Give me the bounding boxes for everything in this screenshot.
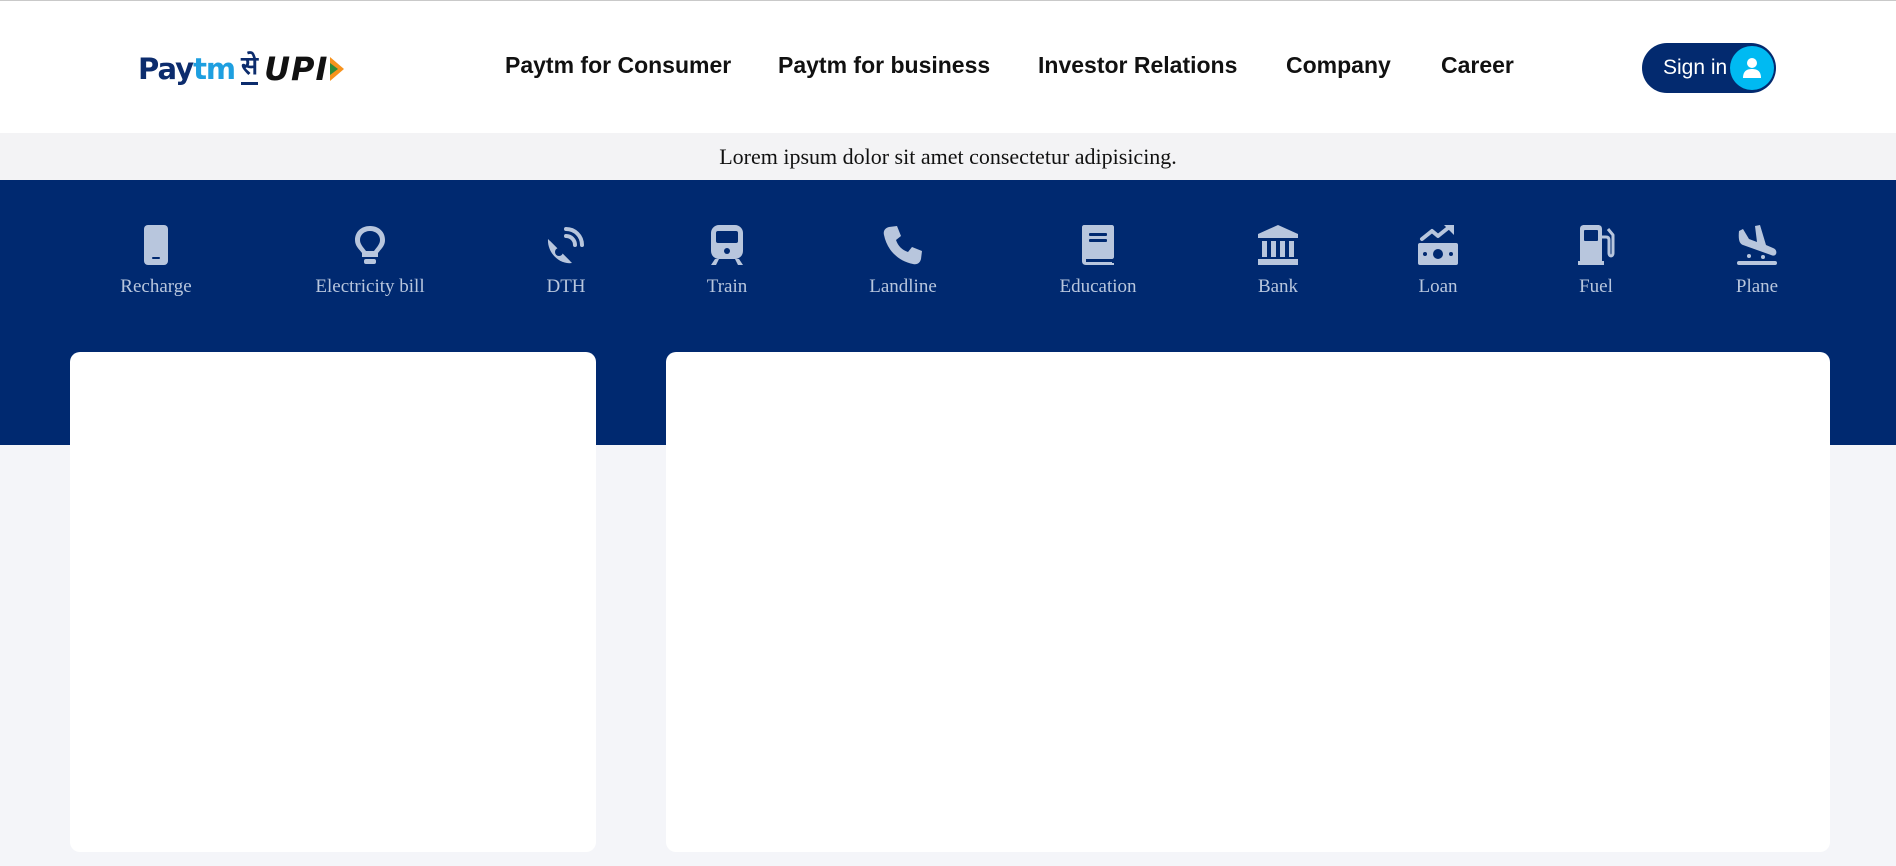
service-dth[interactable]: DTH [486, 223, 646, 298]
nav-company[interactable]: Company [1286, 52, 1391, 79]
nav-investor-relations[interactable]: Investor Relations [1038, 52, 1237, 79]
book-icon [1082, 225, 1114, 265]
plane-landing-icon [1737, 225, 1777, 265]
service-landline[interactable]: Landline [823, 223, 983, 298]
service-recharge[interactable]: Recharge [76, 223, 236, 298]
notice-banner: Lorem ipsum dolor sit amet consectetur a… [0, 133, 1896, 180]
service-label: Landline [869, 276, 937, 297]
lightbulb-icon [355, 226, 385, 264]
service-label: Train [706, 276, 748, 297]
service-label: Electricity bill [315, 276, 425, 297]
sign-in-button[interactable]: Sign in [1642, 43, 1776, 93]
money-bill-trend-icon [1418, 225, 1458, 265]
mobile-icon [144, 225, 168, 265]
sign-in-label: Sign in [1663, 56, 1728, 79]
service-label: DTH [546, 276, 586, 297]
service-plane[interactable]: Plane [1677, 223, 1837, 298]
user-avatar-icon [1730, 46, 1774, 90]
service-label: Fuel [1579, 276, 1613, 297]
nav-paytm-for-consumer[interactable]: Paytm for Consumer [505, 52, 731, 79]
main-nav: Paytm for Consumer Paytm for business In… [0, 1, 1896, 133]
gas-pump-icon [1578, 225, 1615, 265]
satellite-dish-icon [547, 227, 584, 264]
train-icon [711, 225, 743, 265]
service-label: Plane [1735, 276, 1779, 297]
service-loan[interactable]: Loan [1358, 223, 1518, 298]
phone-icon [883, 226, 922, 265]
service-label: Recharge [120, 276, 192, 297]
service-label: Loan [1418, 276, 1458, 297]
nav-career[interactable]: Career [1441, 52, 1514, 79]
service-label: Education [1059, 276, 1137, 297]
service-label: Bank [1257, 276, 1299, 297]
service-education[interactable]: Education [1018, 223, 1178, 298]
site-header: Paytm से UPI Paytm for Consumer Paytm fo… [0, 1, 1896, 133]
left-content-card [70, 352, 596, 852]
service-train[interactable]: Train [647, 223, 807, 298]
bank-icon [1258, 225, 1298, 265]
right-content-card [666, 352, 1830, 852]
service-electricity-bill[interactable]: Electricity bill [290, 223, 450, 298]
service-fuel[interactable]: Fuel [1516, 223, 1676, 298]
service-bank[interactable]: Bank [1198, 223, 1358, 298]
nav-paytm-for-business[interactable]: Paytm for business [778, 52, 990, 79]
